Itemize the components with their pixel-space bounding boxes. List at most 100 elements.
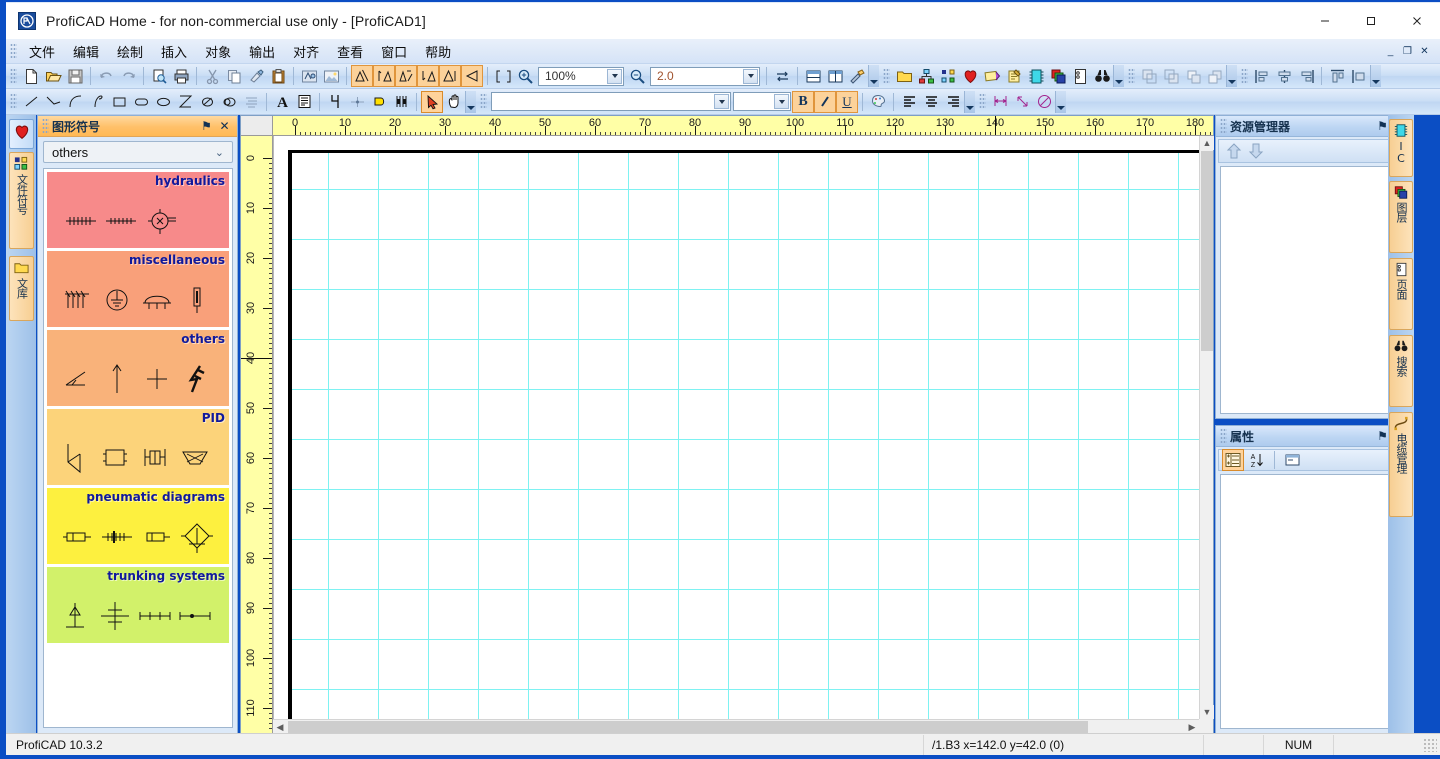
tab-favorites[interactable] <box>9 119 34 149</box>
symbol-misc-array[interactable] <box>57 278 97 322</box>
symbol-cylinder-2[interactable] <box>137 515 177 559</box>
mdi-restore-button[interactable]: ❐ <box>1400 44 1415 59</box>
split-vertical-icon[interactable] <box>824 65 846 87</box>
leader-icon[interactable] <box>1011 91 1033 113</box>
scroll-down-arrow[interactable]: ▼ <box>1200 705 1214 719</box>
scroll-left-arrow[interactable]: ◀ <box>273 720 287 734</box>
symbol-thermometer[interactable] <box>177 278 217 322</box>
swap-icon[interactable] <box>771 65 793 87</box>
menubar-grip[interactable] <box>10 42 17 60</box>
dimension-icon[interactable] <box>989 91 1011 113</box>
diameter-icon[interactable] <box>1033 91 1055 113</box>
zoom-level-combo[interactable]: 100% <box>538 66 624 86</box>
hourglass-icon[interactable] <box>174 91 196 113</box>
menu-file[interactable]: 文件 <box>20 39 64 64</box>
symbol-trunk-riser[interactable] <box>55 594 95 638</box>
align-middle-icon[interactable] <box>1348 65 1370 87</box>
symbol-hydraulic-valve-1[interactable] <box>61 199 101 243</box>
notes-icon[interactable] <box>981 65 1003 87</box>
symbol-angle[interactable] <box>57 357 97 401</box>
symbol-arrow-up[interactable] <box>97 357 137 401</box>
maximize-button[interactable] <box>1348 3 1394 39</box>
categorized-view-icon[interactable] <box>1222 449 1244 471</box>
copy-icon[interactable] <box>223 65 245 87</box>
toolbar-overflow-draw[interactable] <box>465 90 476 113</box>
netlist-icon[interactable] <box>937 65 959 87</box>
terminal-icon[interactable] <box>324 91 346 113</box>
menu-output[interactable]: 输出 <box>240 39 284 64</box>
horizontal-scroll-thumb[interactable] <box>288 721 1088 733</box>
symbol-trunk-run-1[interactable] <box>135 594 175 638</box>
toolbar-grip-order[interactable] <box>1128 67 1135 85</box>
symbol-group-list[interactable]: hydraulics miscellaneous others PID pneu… <box>43 168 233 728</box>
text-align-left-icon[interactable] <box>898 91 920 113</box>
toolbar-grip-dimension[interactable] <box>979 93 986 110</box>
ellipse-icon[interactable] <box>152 91 174 113</box>
textbox-icon[interactable] <box>293 91 315 113</box>
zoom-combo-arrow[interactable] <box>607 68 622 84</box>
format-painter-icon[interactable] <box>245 65 267 87</box>
polyline-icon[interactable] <box>42 91 64 113</box>
flip-icon[interactable] <box>439 65 461 87</box>
open-folder-icon[interactable] <box>42 65 64 87</box>
save-disk-icon[interactable] <box>64 65 86 87</box>
minimize-button[interactable] <box>1302 3 1348 39</box>
resize-grip[interactable] <box>1423 737 1437 752</box>
toolbar-grip-font[interactable] <box>480 93 487 110</box>
connector-icon[interactable] <box>368 91 390 113</box>
resource-list[interactable] <box>1220 166 1409 414</box>
symbol-canopy[interactable] <box>137 278 177 322</box>
menu-insert[interactable]: 插入 <box>152 39 196 64</box>
new-document-icon[interactable] <box>20 65 42 87</box>
toolbar-overflow-align[interactable] <box>1370 65 1381 87</box>
edit-note-icon[interactable] <box>1003 65 1025 87</box>
text-icon[interactable]: A <box>271 91 293 113</box>
layers-icon[interactable] <box>1047 65 1069 87</box>
coil-icon[interactable] <box>390 91 412 113</box>
toolbar-grip-align[interactable] <box>1241 67 1248 85</box>
font-size-combo-arrow[interactable] <box>774 94 789 109</box>
alphabetical-sort-icon[interactable]: AZ <box>1246 449 1268 471</box>
drawing-sheet[interactable] <box>288 150 1199 719</box>
menu-align[interactable]: 对齐 <box>284 39 328 64</box>
search-binoculars-icon[interactable] <box>1091 65 1113 87</box>
rounded-rectangle-icon[interactable] <box>130 91 152 113</box>
bold-button[interactable]: B <box>792 90 814 113</box>
tab-ic[interactable]: IC <box>1389 119 1413 177</box>
line-icon[interactable] <box>20 91 42 113</box>
rotate-down-icon[interactable] <box>417 65 439 87</box>
insert-symbol-icon[interactable] <box>298 65 320 87</box>
rectangle-icon[interactable] <box>108 91 130 113</box>
junction-icon[interactable] <box>346 91 368 113</box>
tab-pages[interactable]: 页面 <box>1389 258 1413 330</box>
mirror-vertical-icon[interactable] <box>373 65 395 87</box>
line-weight-combo-arrow[interactable] <box>743 68 758 84</box>
menu-view[interactable]: 查看 <box>328 39 372 64</box>
print-icon[interactable] <box>170 65 192 87</box>
bezier-icon[interactable] <box>86 91 108 113</box>
zoom-out-icon[interactable] <box>626 65 648 87</box>
drawing-canvas[interactable] <box>273 136 1199 719</box>
paste-icon[interactable] <box>267 65 289 87</box>
symbol-trunk-run-2[interactable] <box>175 594 215 638</box>
arc-icon[interactable] <box>64 91 86 113</box>
align-center-icon[interactable] <box>1273 65 1295 87</box>
properties-panel-grip[interactable] <box>1220 427 1227 445</box>
menu-edit[interactable]: 编辑 <box>64 39 108 64</box>
toolbar-grip-standard[interactable] <box>10 67 17 85</box>
text-align-right-icon[interactable] <box>942 91 964 113</box>
undo-icon[interactable] <box>95 65 117 87</box>
vertical-scrollbar[interactable]: ▲ ▼ <box>1199 136 1214 719</box>
vertical-scroll-thumb[interactable] <box>1201 151 1213 351</box>
favorites-heart-icon[interactable] <box>959 65 981 87</box>
symbol-cylinder-1[interactable] <box>57 515 97 559</box>
move-up-arrow-icon[interactable] <box>1223 140 1245 162</box>
align-top-icon[interactable] <box>1326 65 1348 87</box>
close-button[interactable] <box>1394 3 1440 39</box>
tools-icon[interactable] <box>846 65 868 87</box>
folder-icon[interactable] <box>893 65 915 87</box>
tab-search[interactable]: 搜索 <box>1389 335 1413 407</box>
select-arrow-icon[interactable] <box>421 90 443 113</box>
tab-cables[interactable]: 电缆管理 <box>1389 412 1413 517</box>
scroll-right-arrow[interactable]: ▶ <box>1185 720 1199 734</box>
